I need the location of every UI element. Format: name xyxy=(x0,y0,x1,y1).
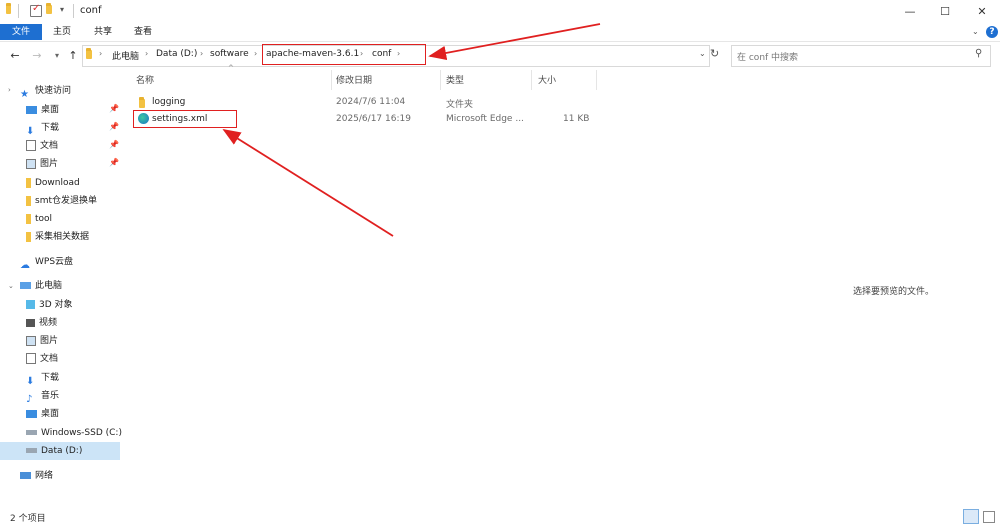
annotation-arrows xyxy=(222,23,601,237)
status-item-count: 2 个项目 xyxy=(10,514,46,524)
large-icons-view-icon[interactable] xyxy=(982,510,995,523)
arrow-to-path xyxy=(428,23,601,61)
details-view-icon[interactable] xyxy=(963,509,979,524)
arrow-to-settings xyxy=(222,129,394,237)
preview-message: 选择要预览的文件。 xyxy=(853,287,935,297)
